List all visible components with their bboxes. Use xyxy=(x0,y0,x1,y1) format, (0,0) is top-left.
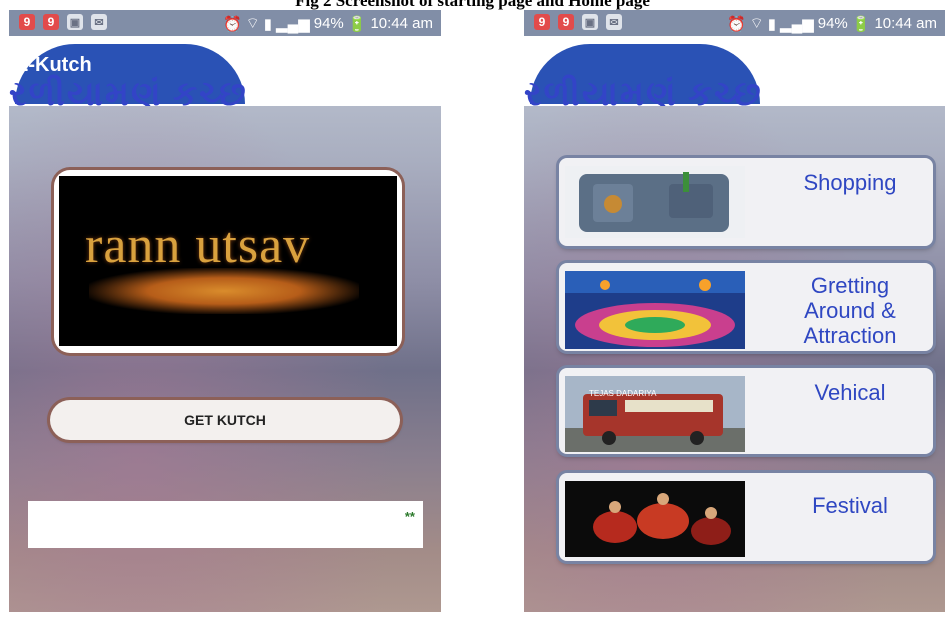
menu-item-shopping[interactable]: Shopping xyxy=(559,158,933,246)
status-bar: 9 9 ▣ ✉ ⏰ ⌔ ▮ ▂▄▆ 94% 🔋 10:44 am xyxy=(524,10,945,36)
get-kutch-button[interactable]: GET KUTCH xyxy=(50,400,400,440)
home-page-screen: 9 9 ▣ ✉ ⏰ ⌔ ▮ ▂▄▆ 94% 🔋 10:44 am રળીયામણ… xyxy=(524,10,945,612)
alarm-icon: ⏰ xyxy=(222,15,242,33)
menu-label-shopping: Shopping xyxy=(803,170,897,195)
menu-label-festival: Festival xyxy=(812,493,888,518)
menu-label-attraction: Gretting Around & Attraction xyxy=(803,273,897,348)
menu-item-festival[interactable]: Festival xyxy=(559,473,933,561)
signal-icon: ▂▄▆ xyxy=(276,15,310,33)
bus-text: TEJAS DADARIYA xyxy=(589,389,657,398)
notification-icon: 9 xyxy=(43,14,59,30)
app-banner: રળીયામણું કચ્છ xyxy=(524,36,945,106)
battery-icon: 🔋 xyxy=(851,15,871,33)
gallery-icon: ▣ xyxy=(67,14,83,30)
notification-icon: 9 xyxy=(19,14,35,30)
battery-percent: 94% xyxy=(817,15,848,32)
app-name: E-Kutch xyxy=(15,54,92,76)
message-icon: ✉ xyxy=(91,14,107,30)
alarm-icon: ⏰ xyxy=(726,15,746,33)
ad-banner[interactable]: ** xyxy=(28,501,423,548)
app-banner: E-Kutch રળીયામણું કચ્છ xyxy=(9,36,441,106)
sim-icon: ▮ xyxy=(263,15,273,33)
notification-icon: 9 xyxy=(558,14,574,30)
signal-icon: ▂▄▆ xyxy=(780,15,814,33)
clock: 10:44 am xyxy=(874,15,937,32)
sim-icon: ▮ xyxy=(767,15,777,33)
wifi-icon: ⌔ xyxy=(245,15,260,32)
battery-icon: 🔋 xyxy=(347,15,367,33)
menu-label-vehical: Vehical xyxy=(814,380,886,405)
message-icon: ✉ xyxy=(606,14,622,30)
starting-page-screen: 9 9 ▣ ✉ ⏰ ⌔ ▮ ▂▄▆ 94% 🔋 10:44 am E-Kutch… xyxy=(9,10,441,612)
clock: 10:44 am xyxy=(370,15,433,32)
menu-item-attraction[interactable]: Gretting Around & Attraction xyxy=(559,263,933,351)
battery-percent: 94% xyxy=(313,15,344,32)
notification-icon: 9 xyxy=(534,14,550,30)
menu-item-vehical[interactable]: TEJAS DADARIYA Vehical xyxy=(559,368,933,454)
bus-image: TEJAS DADARIYA xyxy=(565,376,745,452)
rann-utsav-image: rann utsav xyxy=(54,170,402,353)
banner-title: રળીયામણું કચ્છ xyxy=(524,76,763,106)
status-bar: 9 9 ▣ ✉ ⏰ ⌔ ▮ ▂▄▆ 94% 🔋 10:44 am xyxy=(9,10,441,36)
rangoli-image xyxy=(565,271,745,349)
banner-title: રળીયામણું કચ્છ xyxy=(9,76,248,106)
wifi-icon: ⌔ xyxy=(749,15,764,32)
dance-image xyxy=(565,481,745,557)
gallery-icon: ▣ xyxy=(582,14,598,30)
shopping-bag-image xyxy=(565,166,745,238)
rann-utsav-text: rann utsav xyxy=(85,217,311,274)
ad-marker: ** xyxy=(404,509,415,524)
